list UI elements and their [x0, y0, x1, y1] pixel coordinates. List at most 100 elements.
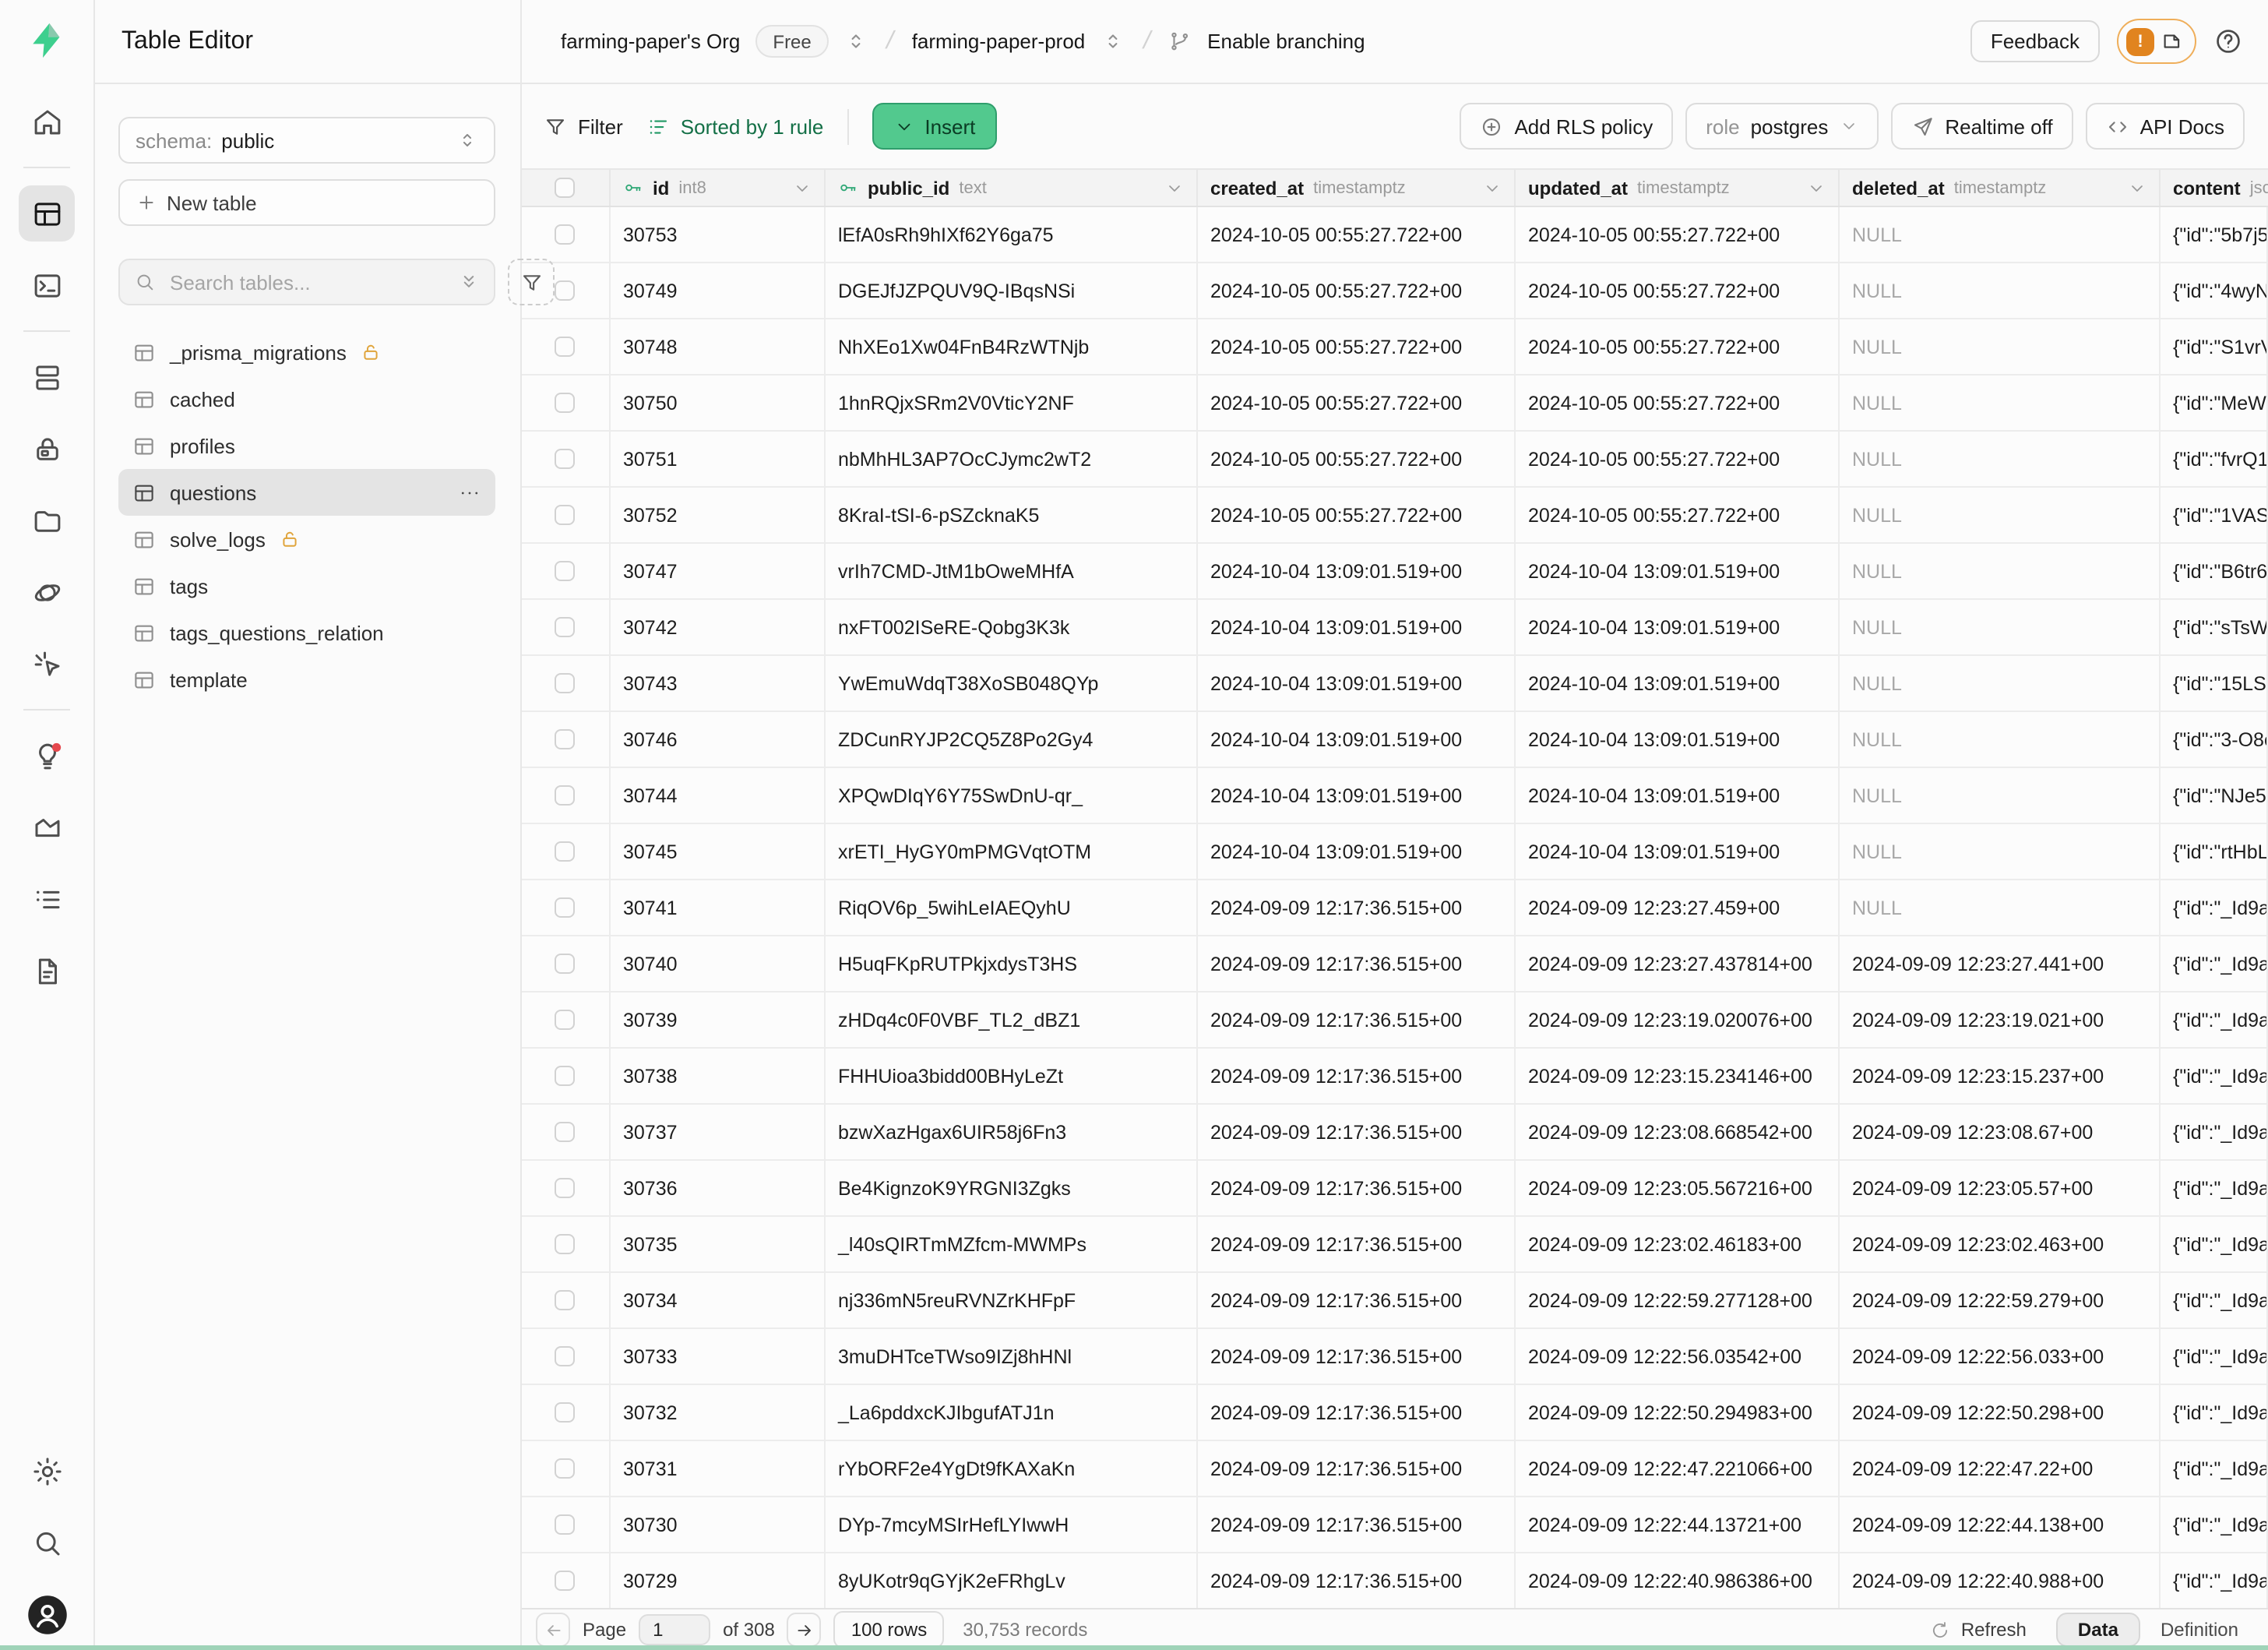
- cell-content[interactable]: {"id":"MeWCriorTPopA4Kc9: [2161, 375, 2268, 430]
- chevron-updown-icon[interactable]: [844, 30, 868, 53]
- supabase-logo-icon[interactable]: [26, 20, 67, 61]
- add-rls-policy-button[interactable]: Add RLS policy: [1460, 103, 1673, 150]
- row-select-cell[interactable]: [520, 1049, 611, 1103]
- chevron-updown-icon[interactable]: [1101, 30, 1124, 53]
- sidebar-item-storage[interactable]: [19, 492, 75, 548]
- cell-updated_at[interactable]: 2024-10-05 00:55:27.722+00: [1516, 488, 1840, 542]
- cell-public_id[interactable]: H5uqFKpRUTPkjxdysT3HS: [826, 936, 1198, 991]
- cell-updated_at[interactable]: 2024-09-09 12:23:02.46183+00: [1516, 1217, 1840, 1271]
- cell-id[interactable]: 30742: [611, 600, 826, 654]
- cell-created_at[interactable]: 2024-09-09 12:17:36.515+00: [1198, 1497, 1516, 1552]
- cell-public_id[interactable]: ZDCunRYJP2CQ5Z8Po2Gy4: [826, 712, 1198, 767]
- cell-created_at[interactable]: 2024-09-09 12:17:36.515+00: [1198, 1161, 1516, 1215]
- prev-page-button[interactable]: [536, 1613, 570, 1647]
- sidebar-item-advisors[interactable]: [19, 728, 75, 784]
- cell-content[interactable]: {"id":"NJe5s8ZmBwnoB6e3: [2161, 768, 2268, 823]
- rows-per-page-select[interactable]: 100 rows: [834, 1611, 944, 1648]
- cell-public_id[interactable]: DGEJfJZPQUV9Q-IBqsNSi: [826, 263, 1198, 318]
- cell-public_id[interactable]: _l40sQIRTmMZfcm-MWMPs: [826, 1217, 1198, 1271]
- cell-deleted_at[interactable]: 2024-09-09 12:22:56.033+00: [1840, 1329, 2161, 1384]
- row-select-cell[interactable]: [520, 1553, 611, 1608]
- sidebar-table-template[interactable]: template: [118, 656, 495, 703]
- cell-created_at[interactable]: 2024-10-05 00:55:27.722+00: [1198, 375, 1516, 430]
- cell-created_at[interactable]: 2024-09-09 12:17:36.515+00: [1198, 1441, 1516, 1496]
- cell-id[interactable]: 30736: [611, 1161, 826, 1215]
- cell-id[interactable]: 30737: [611, 1105, 826, 1159]
- cell-content[interactable]: {"id":"fvrQ1bXoJ6XaAD08G: [2161, 432, 2268, 486]
- chevron-down-icon[interactable]: [793, 178, 812, 197]
- cell-public_id[interactable]: Be4KignzoK9YRGNI3Zgks: [826, 1161, 1198, 1215]
- cell-public_id[interactable]: 1hnRQjxSRm2V0VticY2NF: [826, 375, 1198, 430]
- cell-updated_at[interactable]: 2024-09-09 12:22:50.294983+00: [1516, 1385, 1840, 1440]
- row-checkbox[interactable]: [555, 280, 575, 301]
- row-select-cell[interactable]: [520, 1497, 611, 1552]
- cell-created_at[interactable]: 2024-10-04 13:09:01.519+00: [1198, 768, 1516, 823]
- cell-content[interactable]: {"id":"3-O8cn_xPgs0cVxqKE: [2161, 712, 2268, 767]
- cell-deleted_at[interactable]: 2024-09-09 12:23:15.237+00: [1840, 1049, 2161, 1103]
- sort-tables-button[interactable]: [508, 259, 555, 305]
- cell-updated_at[interactable]: 2024-10-04 13:09:01.519+00: [1516, 544, 1840, 598]
- settings-button[interactable]: [19, 1443, 75, 1499]
- cell-updated_at[interactable]: 2024-10-05 00:55:27.722+00: [1516, 375, 1840, 430]
- api-docs-button[interactable]: API Docs: [2086, 103, 2245, 150]
- row-checkbox[interactable]: [555, 505, 575, 525]
- new-table-button[interactable]: New table: [118, 179, 495, 226]
- column-header-public_id[interactable]: public_idtext: [826, 170, 1198, 206]
- column-header-updated_at[interactable]: updated_attimestamptz: [1516, 170, 1840, 206]
- cell-deleted_at[interactable]: 2024-09-09 12:23:19.021+00: [1840, 992, 2161, 1047]
- cell-deleted_at[interactable]: NULL: [1840, 712, 2161, 767]
- chevron-down-icon[interactable]: [2128, 178, 2146, 197]
- cell-public_id[interactable]: zHDq4c0F0VBF_TL2_dBZ1: [826, 992, 1198, 1047]
- cell-public_id[interactable]: vrIh7CMD-JtM1bOweMHfA: [826, 544, 1198, 598]
- cell-deleted_at[interactable]: NULL: [1840, 488, 2161, 542]
- more-options-icon[interactable]: [458, 481, 481, 504]
- row-checkbox[interactable]: [555, 729, 575, 749]
- row-select-cell[interactable]: [520, 544, 611, 598]
- cell-deleted_at[interactable]: 2024-09-09 12:22:50.298+00: [1840, 1385, 2161, 1440]
- cell-content[interactable]: {"id":"sTsWaLCPsVA2WuK2: [2161, 600, 2268, 654]
- cell-deleted_at[interactable]: 2024-09-09 12:22:40.988+00: [1840, 1553, 2161, 1608]
- row-checkbox[interactable]: [555, 617, 575, 637]
- cell-deleted_at[interactable]: 2024-09-09 12:22:47.22+00: [1840, 1441, 2161, 1496]
- tab-data[interactable]: Data: [2056, 1613, 2140, 1647]
- cell-id[interactable]: 30752: [611, 488, 826, 542]
- cell-content[interactable]: {"id":"_Id9aLyJpMHQLaiQC: [2161, 1217, 2268, 1271]
- cell-id[interactable]: 30749: [611, 263, 826, 318]
- chevron-down-icon[interactable]: [1807, 178, 1826, 197]
- cell-created_at[interactable]: 2024-10-04 13:09:01.519+00: [1198, 824, 1516, 879]
- sidebar-table-questions[interactable]: questions: [118, 469, 495, 516]
- sidebar-table-_prisma_migrations[interactable]: _prisma_migrations: [118, 329, 495, 375]
- row-checkbox[interactable]: [555, 561, 575, 581]
- row-checkbox[interactable]: [555, 1010, 575, 1030]
- next-page-button[interactable]: [787, 1613, 822, 1647]
- cell-public_id[interactable]: YwEmuWdqT38XoSB048QYp: [826, 656, 1198, 710]
- cell-deleted_at[interactable]: 2024-09-09 12:22:44.138+00: [1840, 1497, 2161, 1552]
- cell-public_id[interactable]: rYbORF2e4YgDt9fKAXaKn: [826, 1441, 1198, 1496]
- cell-id[interactable]: 30751: [611, 432, 826, 486]
- column-header-created_at[interactable]: created_attimestamptz: [1198, 170, 1516, 206]
- column-header-deleted_at[interactable]: deleted_attimestamptz: [1840, 170, 2161, 206]
- cell-updated_at[interactable]: 2024-09-09 12:23:27.437814+00: [1516, 936, 1840, 991]
- row-select-cell[interactable]: [520, 656, 611, 710]
- cell-updated_at[interactable]: 2024-09-09 12:22:40.986386+00: [1516, 1553, 1840, 1608]
- cell-id[interactable]: 30730: [611, 1497, 826, 1552]
- row-checkbox[interactable]: [555, 337, 575, 357]
- cell-deleted_at[interactable]: 2024-09-09 12:22:59.279+00: [1840, 1273, 2161, 1327]
- cell-public_id[interactable]: nj336mN5reuRVNZrKHFpF: [826, 1273, 1198, 1327]
- org-name[interactable]: farming-paper's Org: [561, 30, 740, 53]
- cell-id[interactable]: 30733: [611, 1329, 826, 1384]
- cell-content[interactable]: {"id":"_Id9aLyJpMHQLaiQC: [2161, 880, 2268, 935]
- sidebar-table-profiles[interactable]: profiles: [118, 422, 495, 469]
- cell-id[interactable]: 30738: [611, 1049, 826, 1103]
- row-select-cell[interactable]: [520, 1161, 611, 1215]
- enable-branching-button[interactable]: Enable branching: [1207, 30, 1365, 53]
- row-select-cell[interactable]: [520, 1441, 611, 1496]
- cell-created_at[interactable]: 2024-10-04 13:09:01.519+00: [1198, 544, 1516, 598]
- user-avatar[interactable]: [19, 1586, 75, 1642]
- cell-created_at[interactable]: 2024-10-05 00:55:27.722+00: [1198, 263, 1516, 318]
- cell-public_id[interactable]: 3muDHTceTWso9IZj8hHNl: [826, 1329, 1198, 1384]
- cell-created_at[interactable]: 2024-10-05 00:55:27.722+00: [1198, 488, 1516, 542]
- cell-id[interactable]: 30734: [611, 1273, 826, 1327]
- cell-public_id[interactable]: 8yUKotr9qGYjK2eFRhgLv: [826, 1553, 1198, 1608]
- cell-content[interactable]: {"id":"_Id9aLyJpMHQLaiQC: [2161, 1161, 2268, 1215]
